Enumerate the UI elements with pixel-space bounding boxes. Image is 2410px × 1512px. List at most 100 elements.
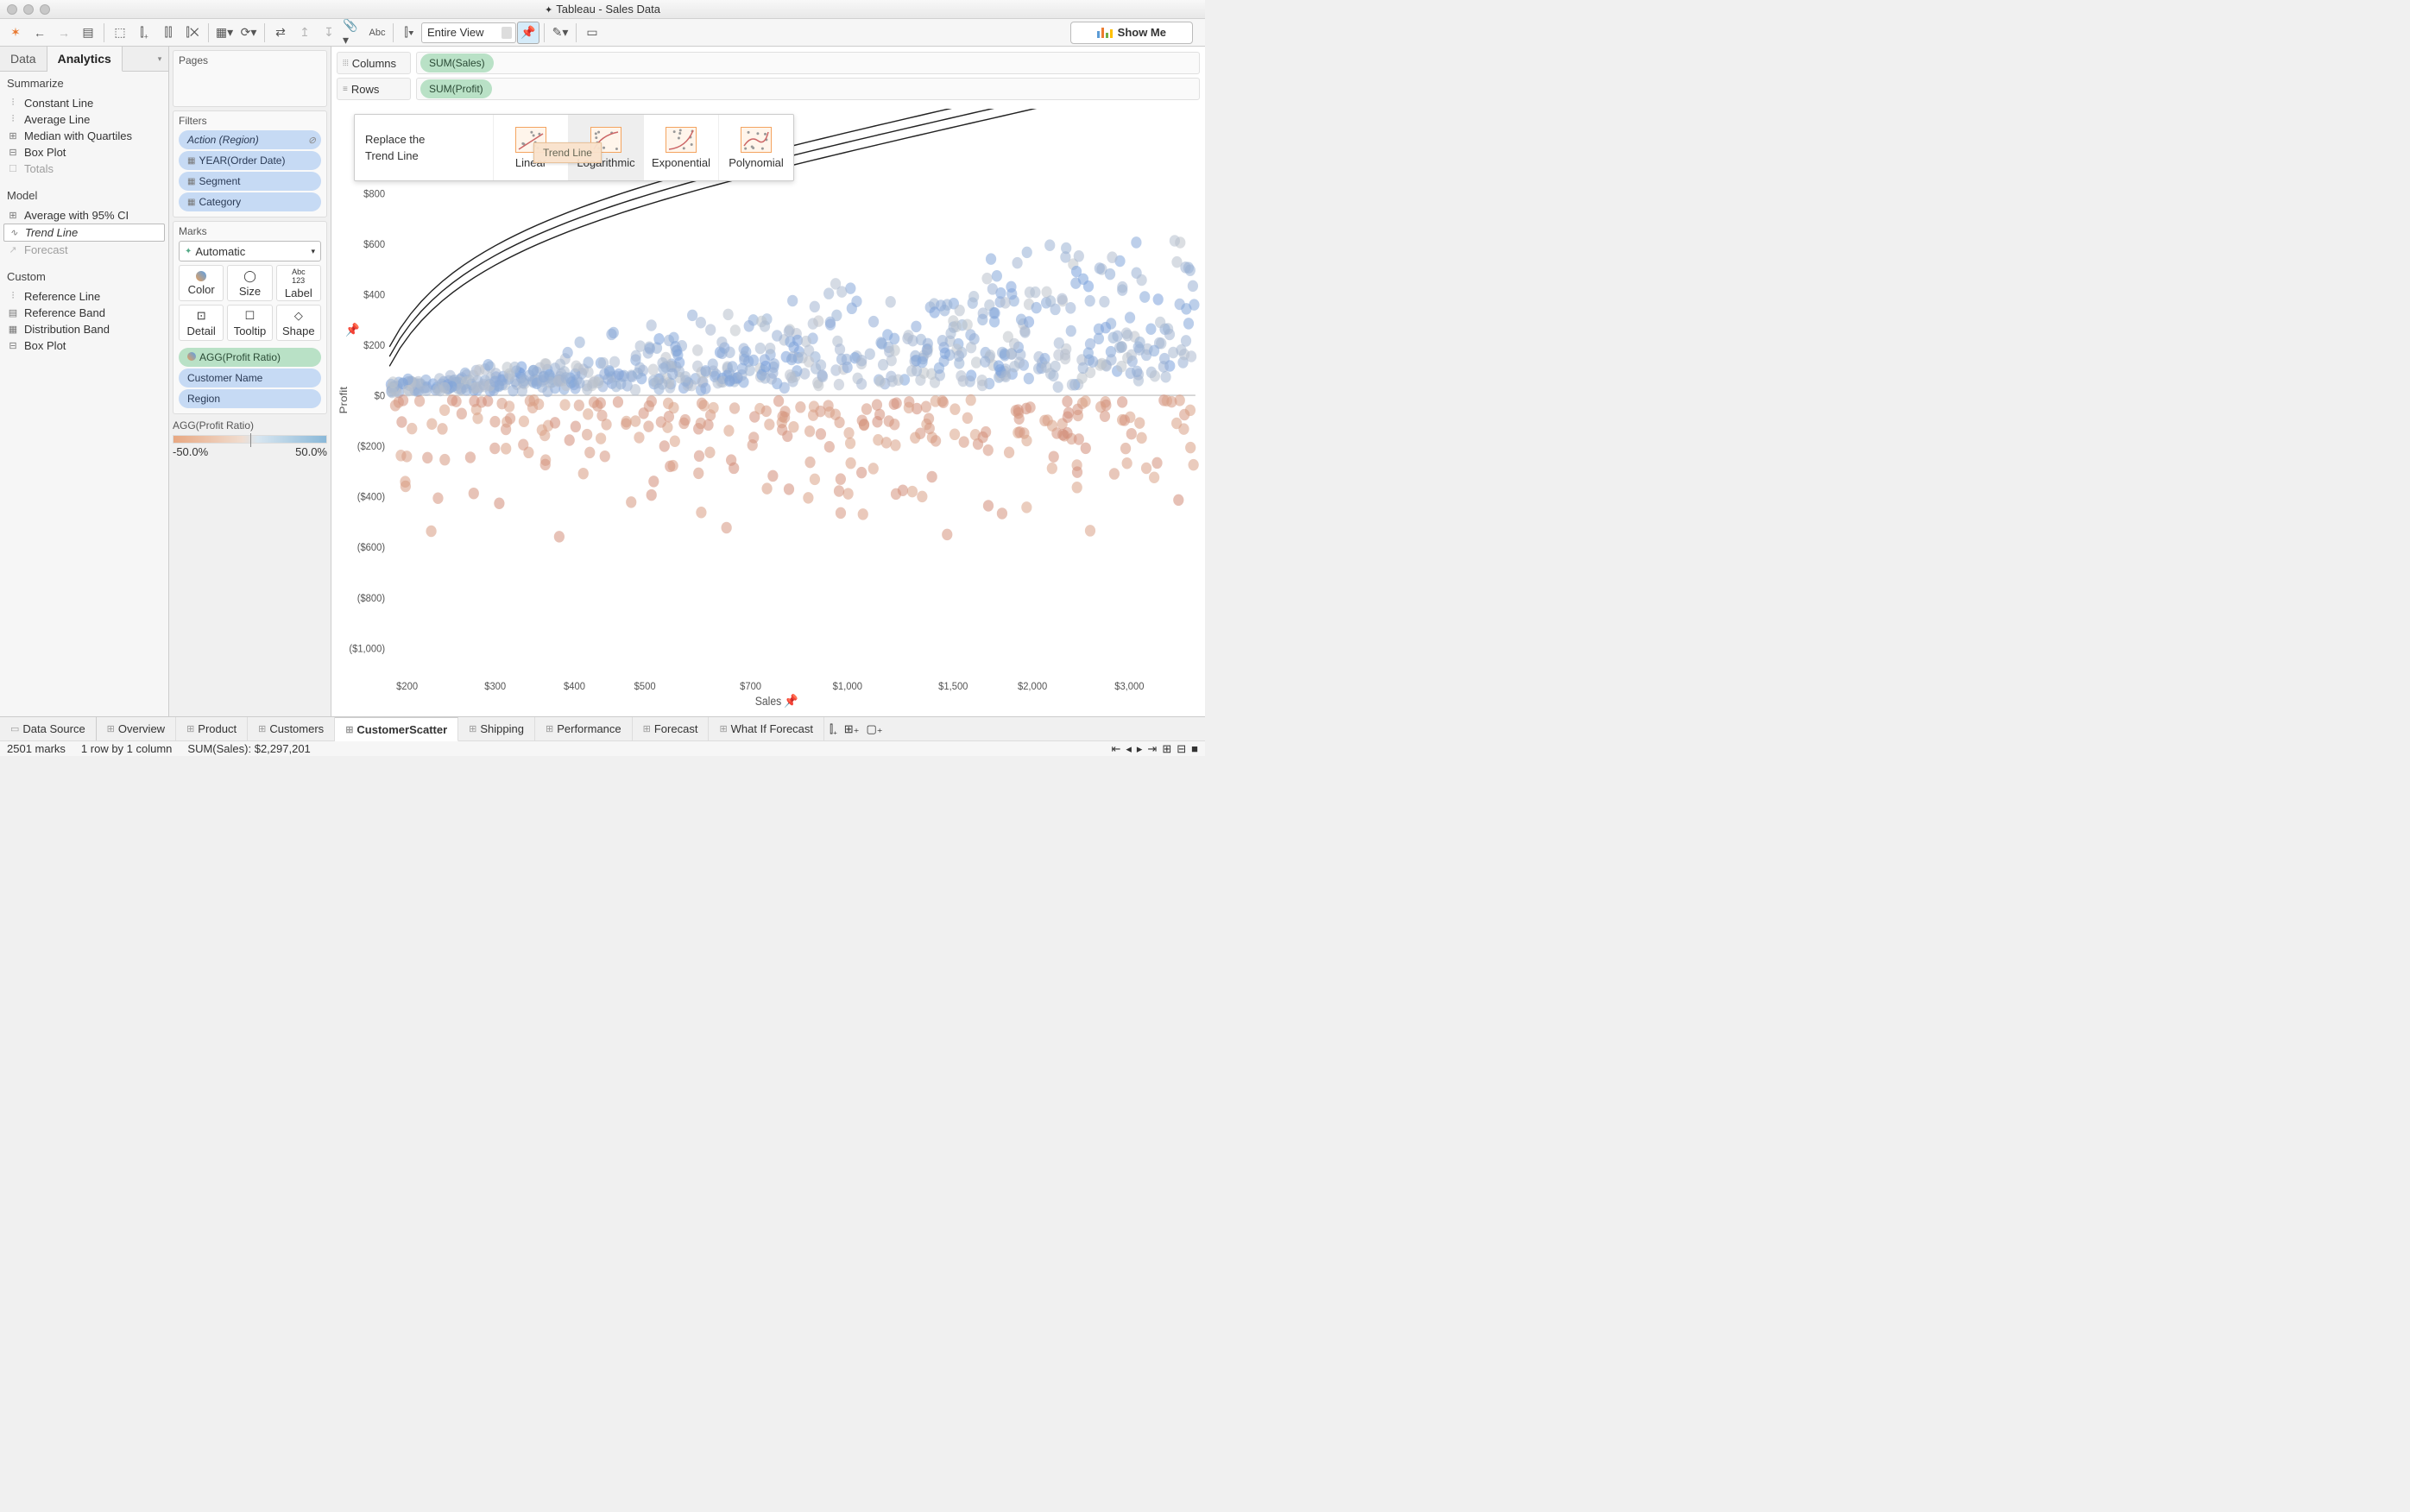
filter-pill[interactable]: ▦Segment: [179, 172, 321, 191]
nav-prev-icon[interactable]: ◂: [1126, 742, 1132, 756]
marks-label-button[interactable]: Abc123Label: [276, 265, 321, 301]
filter-pill[interactable]: Action (Region): [179, 130, 321, 149]
analytics-item[interactable]: ↗Forecast: [3, 242, 165, 258]
trend-exponential-option[interactable]: Exponential: [643, 115, 718, 180]
forward-button[interactable]: →: [53, 22, 75, 44]
analytics-item[interactable]: ⫶Reference Line: [3, 288, 165, 305]
bars-icon: [1097, 28, 1113, 38]
clear-button[interactable]: ⫿✕: [181, 22, 204, 44]
marks-detail-button[interactable]: ⊡Detail: [179, 305, 224, 341]
new-datasource-button[interactable]: ⬚: [109, 22, 131, 44]
new-worksheet-button[interactable]: ⫿₊: [133, 22, 155, 44]
status-agg: SUM(Sales): $2,297,201: [187, 742, 310, 755]
tab-analytics[interactable]: Analytics: [47, 47, 123, 72]
rows-pill[interactable]: SUM(Profit): [420, 79, 492, 98]
filter-pill[interactable]: ▦Category: [179, 192, 321, 211]
chart[interactable]: ($1,000)($800)($600)($400)($200)$0$200$4…: [337, 109, 1200, 711]
fit-select[interactable]: Entire View: [421, 22, 516, 43]
save-button[interactable]: ▤: [77, 22, 99, 44]
back-button[interactable]: ←: [28, 22, 51, 44]
sheet-tab[interactable]: ⊞Shipping: [458, 717, 535, 740]
duplicate-button[interactable]: ⫿⫿: [157, 22, 180, 44]
marks-shelf-pill[interactable]: Region: [179, 389, 321, 408]
sort-asc-button[interactable]: ↥: [293, 22, 316, 44]
svg-text:($1,000): ($1,000): [349, 642, 385, 655]
tableau-logo-button[interactable]: ✶: [4, 22, 27, 44]
columns-shelf-label: ⦙⦙⦙Columns: [337, 52, 411, 74]
columns-pill[interactable]: SUM(Sales): [420, 54, 494, 72]
analytics-item[interactable]: ▤Reference Band: [3, 305, 165, 321]
new-worksheet-tab[interactable]: ⫿₊: [830, 722, 837, 736]
attach-button[interactable]: 📎▾: [342, 22, 364, 44]
auto-update-button[interactable]: ▦▾: [213, 22, 236, 44]
show-me-button[interactable]: Show Me: [1070, 22, 1193, 44]
data-source-tab[interactable]: ▭Data Source: [0, 717, 97, 740]
nav-last-icon[interactable]: ⇥: [1147, 742, 1157, 756]
presentation-button[interactable]: ▭: [581, 22, 603, 44]
label-button[interactable]: Abc: [366, 22, 388, 44]
svg-text:$800: $800: [363, 187, 385, 200]
rows-shelf[interactable]: SUM(Profit): [416, 78, 1200, 100]
pin-button[interactable]: 📌: [517, 22, 539, 44]
analytics-item[interactable]: ☐Totals: [3, 161, 165, 177]
svg-text:$400: $400: [564, 680, 585, 693]
marks-card[interactable]: Marks ✦Automatic Color◯SizeAbc123Label⊡D…: [173, 221, 327, 414]
sheet-tab[interactable]: ⊞CustomerScatter: [335, 717, 458, 741]
status-bar: 2501 marks 1 row by 1 column SUM(Sales):…: [0, 740, 1205, 756]
svg-text:$0: $0: [375, 389, 386, 402]
trend-polynomial-option[interactable]: Polynomial: [718, 115, 793, 180]
columns-shelf[interactable]: SUM(Sales): [416, 52, 1200, 74]
tab-data[interactable]: Data: [0, 47, 47, 71]
nav-next-icon[interactable]: ▸: [1137, 742, 1143, 756]
new-story-tab[interactable]: ▢₊: [867, 722, 883, 736]
marks-type-select[interactable]: ✦Automatic: [179, 241, 321, 261]
marks-shelf-pill[interactable]: Customer Name: [179, 369, 321, 387]
analytics-item[interactable]: ▦Distribution Band: [3, 321, 165, 337]
marks-shelf-pill[interactable]: AGG(Profit Ratio): [179, 348, 321, 367]
status-dims: 1 row by 1 column: [81, 742, 173, 755]
view-grid-icon[interactable]: ⊞: [1162, 742, 1171, 756]
y-axis-label: Profit: [338, 387, 350, 414]
trend-popup-text: Replace theTrend Line: [355, 126, 493, 169]
svg-text:$400: $400: [363, 288, 385, 301]
run-button[interactable]: ⟳▾: [237, 22, 260, 44]
sheet-tab[interactable]: ⊞What If Forecast: [709, 717, 824, 740]
filters-header: Filters: [179, 115, 321, 127]
color-legend[interactable]: AGG(Profit Ratio) -50.0%50.0%: [173, 418, 327, 460]
marks-shape-button[interactable]: ◇Shape: [276, 305, 321, 341]
analytics-item[interactable]: ⫶Constant Line: [3, 95, 165, 111]
sheet-tabs: ▭Data Source ⊞Overview⊞Product⊞Customers…: [0, 716, 1205, 740]
swap-button[interactable]: ⇄: [269, 22, 292, 44]
analytics-item[interactable]: ⊟Box Plot: [3, 337, 165, 354]
marks-size-button[interactable]: ◯Size: [227, 265, 272, 301]
legend-min: -50.0%: [173, 445, 208, 458]
new-dashboard-tab[interactable]: ⊞₊: [844, 722, 860, 736]
svg-text:$2,000: $2,000: [1018, 680, 1048, 693]
legend-gradient: [173, 435, 327, 444]
svg-text:($200): ($200): [357, 440, 385, 453]
sheet-tab[interactable]: ⊞Product: [176, 717, 248, 740]
legend-title: AGG(Profit Ratio): [173, 419, 327, 432]
highlight-button[interactable]: ✎▾: [549, 22, 571, 44]
side-tab-menu[interactable]: ▾: [151, 47, 168, 71]
analytics-item[interactable]: ⊟Box Plot: [3, 144, 165, 161]
sort-desc-button[interactable]: ↧: [318, 22, 340, 44]
sheet-tab[interactable]: ⊞Customers: [248, 717, 335, 740]
view-filmstrip-icon[interactable]: ■: [1191, 742, 1198, 756]
analytics-item[interactable]: ⊞Average with 95% CI: [3, 207, 165, 224]
sheet-tab[interactable]: ⊞Overview: [97, 717, 176, 740]
view-mode-button[interactable]: ⫿▾: [398, 22, 420, 44]
marks-tooltip-button[interactable]: ☐Tooltip: [227, 305, 272, 341]
analytics-item[interactable]: ⫶Average Line: [3, 111, 165, 128]
sheet-tab[interactable]: ⊞Forecast: [633, 717, 710, 740]
analytics-item[interactable]: ⊞Median with Quartiles: [3, 128, 165, 144]
sheet-tab[interactable]: ⊞Performance: [535, 717, 633, 740]
view-sort-icon[interactable]: ⊟: [1177, 742, 1186, 756]
marks-color-button[interactable]: Color: [179, 265, 224, 301]
analytics-item[interactable]: ∿Trend Line: [3, 224, 165, 242]
filter-pill[interactable]: ▦YEAR(Order Date): [179, 151, 321, 170]
filters-card[interactable]: Filters Action (Region) ▦YEAR(Order Date)…: [173, 110, 327, 217]
nav-first-icon[interactable]: ⇤: [1111, 742, 1120, 756]
svg-text:($600): ($600): [357, 541, 385, 554]
pages-card[interactable]: Pages: [173, 50, 327, 107]
